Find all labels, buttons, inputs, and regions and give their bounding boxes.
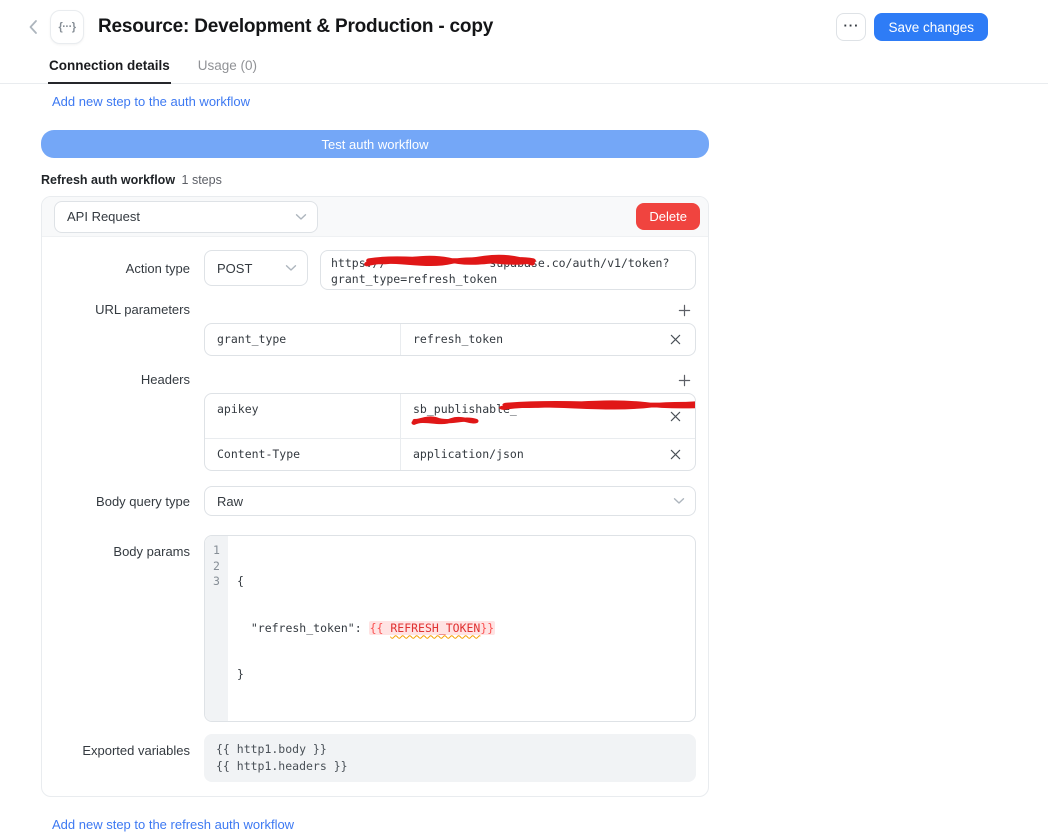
plus-icon bbox=[678, 304, 691, 317]
add-header-button[interactable] bbox=[675, 372, 693, 388]
step-type-select[interactable]: API Request bbox=[54, 201, 318, 233]
exported-variable: {{ http1.headers }} bbox=[216, 758, 684, 775]
page-title: Resource: Development & Production - cop… bbox=[98, 16, 493, 38]
header-value-input[interactable]: application/json bbox=[401, 439, 655, 470]
close-icon bbox=[669, 410, 682, 423]
body-params-editor[interactable]: 1 2 3 { "refresh_token": {{ REFRESH_TOKE… bbox=[204, 535, 696, 722]
plus-icon bbox=[678, 374, 691, 387]
header-top-row: {···} Resource: Development & Production… bbox=[0, 0, 1048, 48]
param-value-input[interactable]: refresh_token bbox=[401, 324, 655, 355]
url-parameters-row: URL parameters grant_type refresh_token bbox=[54, 302, 696, 356]
header-key-input[interactable]: apikey bbox=[205, 394, 401, 438]
param-key-input[interactable]: grant_type bbox=[205, 324, 401, 355]
add-refresh-step-link[interactable]: Add new step to the refresh auth workflo… bbox=[52, 817, 294, 832]
kebab-dots-icon: ··· bbox=[843, 18, 859, 33]
code-content[interactable]: { "refresh_token": {{ REFRESH_TOKEN}} } bbox=[228, 536, 695, 721]
delete-step-button[interactable]: Delete bbox=[636, 203, 700, 230]
body-query-type-select[interactable]: Raw bbox=[204, 486, 696, 516]
line-number-gutter: 1 2 3 bbox=[205, 536, 228, 721]
code-line-2: "refresh_token": {{ REFRESH_TOKEN}} bbox=[237, 621, 695, 637]
template-token-highlight: {{ REFRESH_TOKEN}} bbox=[369, 621, 496, 635]
remove-header-button[interactable] bbox=[655, 439, 695, 470]
more-options-button[interactable]: ··· bbox=[836, 13, 866, 41]
refresh-workflow-heading: Refresh auth workflow 1 steps bbox=[41, 173, 709, 187]
exported-variables-row: Exported variables {{ http1.body }} {{ h… bbox=[54, 734, 696, 782]
exported-variable: {{ http1.body }} bbox=[216, 741, 684, 758]
step-card-body: Action type POST https://supabase.co/aut… bbox=[42, 237, 708, 796]
close-icon bbox=[669, 448, 682, 461]
header-key-input[interactable]: Content-Type bbox=[205, 439, 401, 470]
exported-variables-label: Exported variables bbox=[54, 734, 190, 758]
request-url-input[interactable]: https://supabase.co/auth/v1/token? grant… bbox=[320, 250, 696, 290]
body-query-type-label: Body query type bbox=[54, 486, 190, 509]
code-line-1: { bbox=[237, 574, 695, 590]
body-params-row: Body params 1 2 3 { "refresh_token": {{ … bbox=[54, 535, 696, 722]
url-parameters-table: grant_type refresh_token bbox=[204, 323, 696, 356]
save-changes-button[interactable]: Save changes bbox=[874, 13, 988, 41]
remove-header-button[interactable] bbox=[655, 394, 695, 438]
test-auth-workflow-button[interactable]: Test auth workflow bbox=[41, 130, 709, 158]
headers-row: Headers apikey sb_publishable_ bbox=[54, 372, 696, 471]
header-row-apikey: apikey sb_publishable_ bbox=[205, 394, 695, 438]
action-type-row: Action type POST https://supabase.co/aut… bbox=[54, 250, 696, 290]
url-redacted-gap bbox=[386, 255, 489, 271]
headers-label: Headers bbox=[54, 372, 190, 387]
http-method-select[interactable]: POST bbox=[204, 250, 308, 286]
back-chevron-icon bbox=[28, 19, 38, 35]
chevron-down-icon bbox=[295, 213, 307, 221]
main-content: Add new step to the auth workflow Test a… bbox=[41, 84, 709, 834]
back-button[interactable] bbox=[22, 16, 44, 38]
headers-table: apikey sb_publishable_ Content-Ty bbox=[204, 393, 696, 471]
tab-bar: Connection details Usage (0) bbox=[0, 52, 1048, 84]
add-auth-step-link[interactable]: Add new step to the auth workflow bbox=[52, 94, 250, 109]
close-icon bbox=[669, 333, 682, 346]
body-params-label: Body params bbox=[54, 535, 190, 559]
url-parameter-row: grant_type refresh_token bbox=[205, 324, 695, 355]
step-card: API Request Delete Action type POST http… bbox=[41, 196, 709, 797]
redaction-scribble bbox=[411, 415, 479, 427]
page-header: {···} Resource: Development & Production… bbox=[0, 0, 1048, 84]
refresh-workflow-step-count: 1 steps bbox=[182, 173, 222, 187]
exported-variables-box: {{ http1.body }} {{ http1.headers }} bbox=[204, 734, 696, 782]
body-query-type-row: Body query type Raw bbox=[54, 486, 696, 516]
request-url-line1: https://supabase.co/auth/v1/token? bbox=[331, 255, 685, 271]
step-type-value: API Request bbox=[67, 209, 140, 224]
url-parameters-label: URL parameters bbox=[54, 302, 190, 317]
http-method-value: POST bbox=[217, 261, 252, 276]
action-type-label: Action type bbox=[54, 250, 190, 276]
chevron-down-icon bbox=[673, 497, 685, 505]
chevron-down-icon bbox=[285, 264, 297, 272]
remove-url-parameter-button[interactable] bbox=[655, 324, 695, 355]
tab-connection-details[interactable]: Connection details bbox=[48, 52, 171, 84]
header-actions: ··· Save changes bbox=[836, 13, 988, 41]
step-card-header: API Request Delete bbox=[42, 197, 708, 237]
header-row-content-type: Content-Type application/json bbox=[205, 438, 695, 470]
refresh-workflow-title: Refresh auth workflow bbox=[41, 173, 175, 187]
body-query-type-value: Raw bbox=[217, 494, 243, 509]
tab-usage[interactable]: Usage (0) bbox=[197, 52, 258, 83]
add-url-parameter-button[interactable] bbox=[675, 302, 693, 318]
header-value-input[interactable]: sb_publishable_ bbox=[401, 394, 655, 438]
resource-code-icon: {···} bbox=[50, 10, 84, 44]
request-url-line2: grant_type=refresh_token bbox=[331, 271, 685, 287]
code-line-3: } bbox=[237, 667, 695, 683]
